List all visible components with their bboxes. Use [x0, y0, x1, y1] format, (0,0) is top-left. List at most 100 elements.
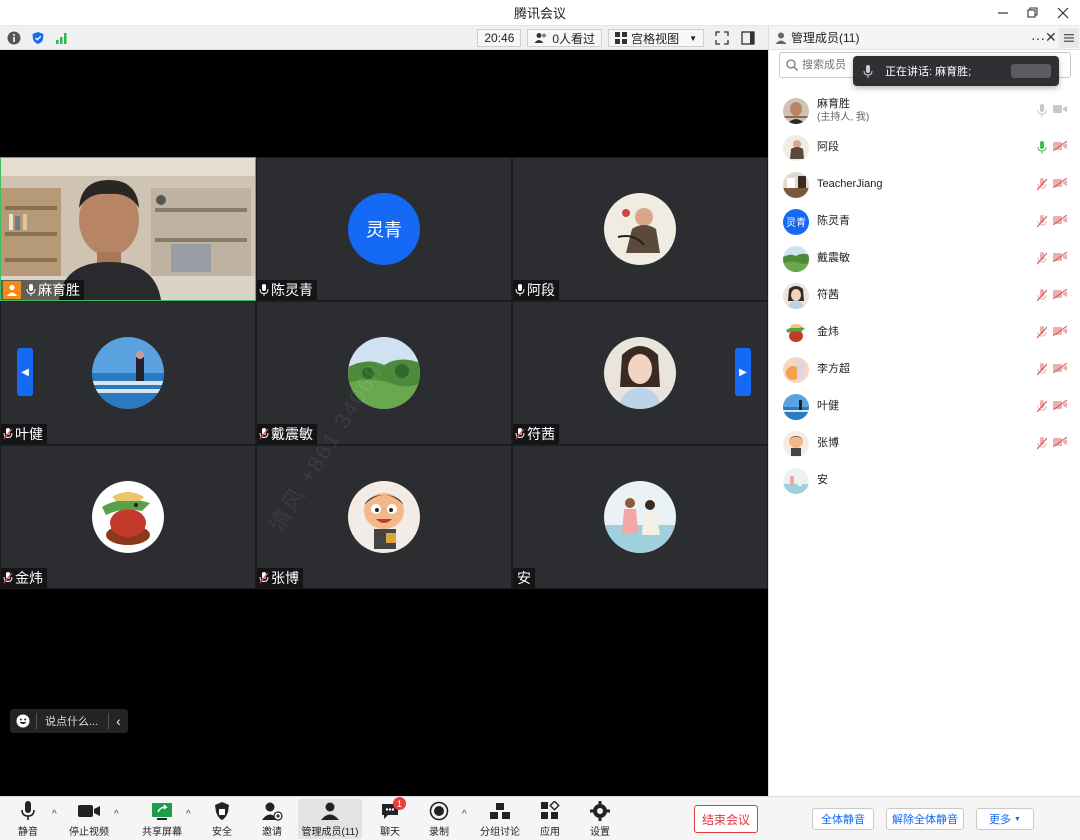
- mic-muted-icon[interactable]: [1037, 437, 1047, 450]
- chat-input-placeholder[interactable]: 说点什么...: [36, 713, 108, 729]
- mic-muted-icon[interactable]: [1037, 326, 1047, 339]
- view-mode-selector[interactable]: 宫格视图 ▼: [608, 29, 704, 47]
- video-tile[interactable]: 阿段: [512, 157, 768, 301]
- mic-muted-icon[interactable]: [1037, 289, 1047, 302]
- member-row[interactable]: 张博: [769, 425, 1080, 462]
- member-row[interactable]: 戴震敏: [769, 240, 1080, 277]
- mic-muted-icon[interactable]: [1037, 363, 1047, 376]
- avatar: [348, 481, 420, 553]
- info-icon[interactable]: [6, 30, 22, 46]
- avatar: [783, 393, 809, 420]
- camera-off-icon[interactable]: [1053, 289, 1067, 299]
- tile-name-tag: 安: [513, 568, 535, 588]
- camera-off-icon[interactable]: [1053, 400, 1067, 410]
- stop-video-button[interactable]: 停止视频: [66, 799, 112, 839]
- member-name: 麻育胜: [817, 97, 850, 110]
- mic-muted-icon[interactable]: [1037, 215, 1047, 228]
- camera-off-icon[interactable]: [1053, 178, 1067, 188]
- chevron-down-icon: ▼: [689, 33, 697, 43]
- window-controls: [994, 0, 1072, 26]
- chat-bubble-icon: 1: [380, 797, 406, 823]
- sidebar-toggle-icon[interactable]: [740, 30, 756, 46]
- minimize-icon[interactable]: [994, 4, 1012, 22]
- record-button[interactable]: 录制: [422, 799, 456, 839]
- unmute-all-button[interactable]: 解除全体静音: [886, 808, 964, 830]
- share-options-chevron-icon[interactable]: ^: [186, 809, 191, 820]
- mic-muted-icon[interactable]: [1037, 178, 1047, 191]
- meeting-timer: 20:46: [477, 29, 522, 47]
- mic-active-icon[interactable]: [1037, 141, 1047, 154]
- panel-more-icon[interactable]: ···: [1031, 30, 1045, 46]
- camera-off-icon[interactable]: [1053, 363, 1067, 373]
- members-panel-header: 管理成员(11) ··· ✕: [769, 26, 1080, 50]
- avatar: [92, 337, 164, 409]
- camera-off-icon[interactable]: [1053, 252, 1067, 262]
- gear-icon: [590, 799, 610, 823]
- member-row[interactable]: 安: [769, 462, 1080, 499]
- bottom-toolbar: 静音 ^ 停止视频 ^ 共享屏幕 ^ 安全 邀请 管理成员(11) 1 聊天 录…: [0, 796, 1080, 840]
- avatar: 灵青: [348, 193, 420, 265]
- breakout-button[interactable]: 分组讨论: [478, 799, 522, 839]
- video-options-chevron-icon[interactable]: ^: [114, 809, 119, 820]
- invite-button[interactable]: 邀请: [254, 799, 290, 839]
- member-row[interactable]: 灵青 陈灵青: [769, 203, 1080, 240]
- mic-muted-icon[interactable]: [1037, 252, 1047, 265]
- camera-off-icon[interactable]: [1053, 215, 1067, 225]
- camera-off-icon[interactable]: [1053, 141, 1067, 151]
- viewers-chip[interactable]: 0人看过: [527, 29, 603, 47]
- emoji-icon[interactable]: [10, 714, 36, 728]
- manage-members-button[interactable]: 管理成员(11): [298, 799, 362, 839]
- mute-all-button[interactable]: 全体静音: [812, 808, 874, 830]
- camera-icon[interactable]: [1053, 104, 1067, 114]
- member-row[interactable]: TeacherJiang: [769, 166, 1080, 203]
- restore-icon[interactable]: [1024, 4, 1042, 22]
- close-window-icon[interactable]: [1054, 4, 1072, 22]
- collapse-chat-icon[interactable]: ‹: [108, 713, 128, 729]
- avatar: [783, 430, 809, 457]
- panel-menu-icon[interactable]: [1059, 28, 1079, 48]
- tile-name-tag: 张博: [257, 568, 303, 588]
- next-page-arrow[interactable]: ▶: [735, 348, 751, 396]
- prev-page-arrow[interactable]: ◀: [17, 348, 33, 396]
- camera-off-icon[interactable]: [1053, 437, 1067, 447]
- member-name: 叶健: [817, 400, 839, 412]
- security-button[interactable]: 安全: [204, 799, 240, 839]
- video-tile[interactable]: 金炜: [0, 445, 256, 589]
- more-options-button[interactable]: 更多 ▼: [976, 808, 1034, 830]
- end-meeting-button[interactable]: 结束会议: [694, 805, 758, 833]
- mute-button[interactable]: 静音: [10, 799, 46, 839]
- video-tile[interactable]: 符茜 ▶: [512, 301, 768, 445]
- video-tile[interactable]: 安: [512, 445, 768, 589]
- chat-unread-badge: 1: [393, 797, 406, 810]
- avatar: [604, 193, 676, 265]
- member-row[interactable]: 符茜: [769, 277, 1080, 314]
- signal-icon[interactable]: [54, 30, 70, 46]
- mute-options-chevron-icon[interactable]: ^: [52, 809, 57, 820]
- member-row[interactable]: 李方超: [769, 351, 1080, 388]
- share-screen-button[interactable]: 共享屏幕: [140, 799, 184, 839]
- fullscreen-icon[interactable]: [714, 30, 730, 46]
- record-options-chevron-icon[interactable]: ^: [462, 809, 467, 820]
- video-tile[interactable]: 叶健 ◀: [0, 301, 256, 445]
- camera-off-icon[interactable]: [1053, 326, 1067, 336]
- member-row[interactable]: 麻育胜 (主持人, 我): [769, 92, 1080, 129]
- record-icon: [429, 799, 449, 823]
- chat-input-box[interactable]: 说点什么... ‹: [10, 709, 128, 733]
- chat-button[interactable]: 1 聊天: [372, 797, 408, 839]
- video-tile[interactable]: 灵青 陈灵青: [256, 157, 512, 301]
- shield-icon[interactable]: [30, 30, 46, 46]
- mic-icon[interactable]: [1037, 104, 1047, 117]
- member-name: 戴震敏: [817, 252, 850, 264]
- avatar: [783, 319, 809, 346]
- apps-button[interactable]: 应用: [532, 799, 568, 839]
- chevron-down-icon: ▼: [1014, 815, 1021, 823]
- mic-muted-icon[interactable]: [1037, 400, 1047, 413]
- member-name: 金炜: [817, 326, 839, 338]
- avatar: [604, 481, 676, 553]
- close-panel-icon[interactable]: ✕: [1045, 29, 1057, 46]
- video-tile[interactable]: 麻育胜: [0, 157, 256, 301]
- settings-button[interactable]: 设置: [582, 799, 618, 839]
- member-row[interactable]: 叶健: [769, 388, 1080, 425]
- member-row[interactable]: 金炜: [769, 314, 1080, 351]
- member-row[interactable]: 阿段: [769, 129, 1080, 166]
